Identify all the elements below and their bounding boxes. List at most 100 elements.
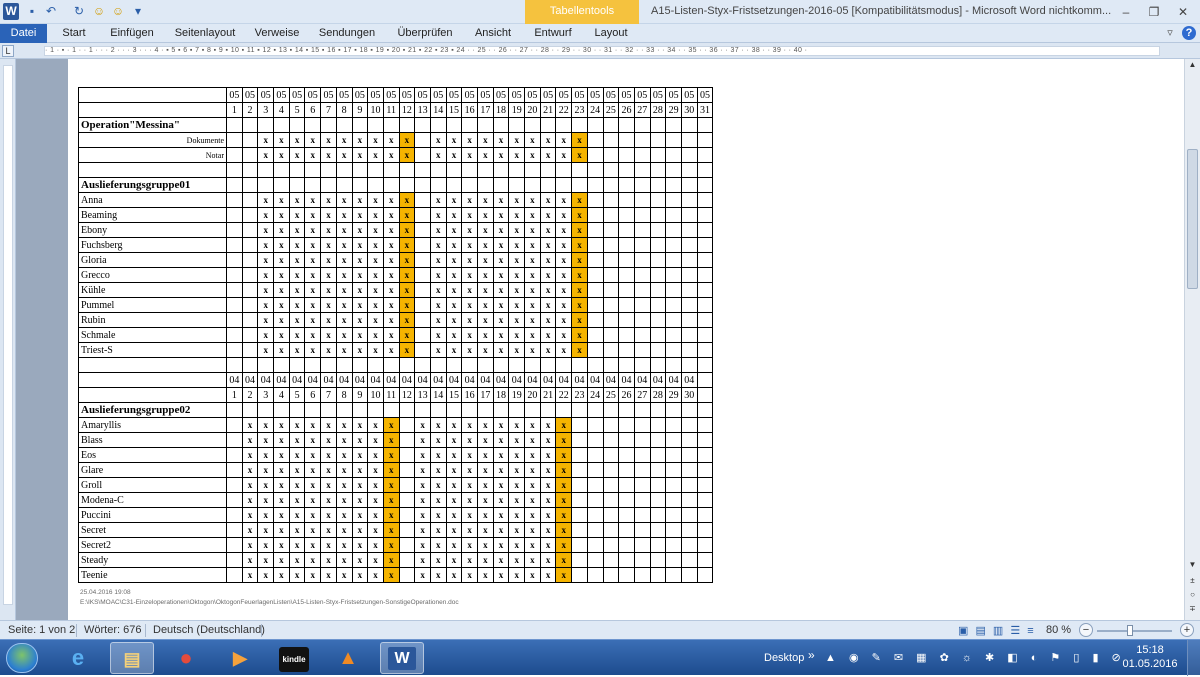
month-cell[interactable]: 05 [477,87,494,103]
mark-cell[interactable]: x [288,252,306,268]
mark-cell[interactable]: x [539,522,557,538]
empty-cell[interactable] [633,192,651,208]
empty-cell[interactable] [602,237,620,253]
mark-cell[interactable]: x [382,237,400,253]
mark-cell[interactable]: x [257,447,275,463]
empty-cell[interactable] [665,357,682,373]
empty-cell[interactable] [696,492,714,508]
empty-cell[interactable] [633,492,651,508]
page-counter[interactable]: Seite: 1 von 2 [8,624,75,636]
mark-cell[interactable]: x [304,522,322,538]
mark-cell[interactable]: x [320,192,337,208]
row-label[interactable]: Notar [78,147,227,163]
mark-cell[interactable]: x [539,432,557,448]
row-label[interactable]: Fuchsberg [78,237,227,253]
mark-cell[interactable]: x [539,537,557,553]
empty-cell[interactable] [335,162,353,178]
mark-cell[interactable]: x [367,477,384,493]
empty-cell[interactable] [398,462,416,478]
empty-cell[interactable] [696,507,714,523]
zoom-out-button[interactable]: − [1079,623,1093,637]
mark-cell[interactable]: x [320,567,337,583]
empty-cell[interactable] [586,162,604,178]
day-cell[interactable]: 26 [618,102,635,118]
mark-cell[interactable]: x [429,417,447,433]
empty-cell[interactable] [477,357,494,373]
empty-cell[interactable] [586,417,604,433]
empty-cell[interactable] [398,177,416,193]
mark-cell[interactable]: x [571,297,588,313]
mark-cell[interactable]: x [382,567,400,583]
empty-cell[interactable] [680,522,698,538]
mark-cell[interactable]: x [273,447,290,463]
mark-cell[interactable]: x [555,297,573,313]
empty-cell[interactable] [633,462,651,478]
empty-cell[interactable] [477,177,494,193]
mark-cell[interactable]: x [273,267,290,283]
empty-cell[interactable] [586,312,604,328]
empty-cell[interactable] [680,402,698,418]
day-cell[interactable]: 18 [492,387,510,403]
mark-cell[interactable]: x [492,462,510,478]
mark-cell[interactable]: x [257,492,275,508]
month-cell[interactable]: 04 [226,372,243,388]
empty-cell[interactable] [586,207,604,223]
empty-cell[interactable] [226,417,243,433]
mark-cell[interactable]: x [492,327,510,343]
mark-cell[interactable]: x [555,507,573,523]
mark-cell[interactable]: x [241,477,259,493]
empty-cell[interactable] [680,222,698,238]
day-cell[interactable]: 15 [445,102,463,118]
empty-cell[interactable] [429,402,447,418]
mark-cell[interactable]: x [429,447,447,463]
empty-cell[interactable] [226,327,243,343]
empty-cell[interactable] [226,297,243,313]
day-cell[interactable]: 28 [649,102,667,118]
empty-cell[interactable] [508,117,526,133]
empty-cell[interactable] [241,222,259,238]
empty-cell[interactable] [665,477,682,493]
mark-cell[interactable]: x [414,477,431,493]
empty-cell[interactable] [257,177,275,193]
day-cell[interactable]: 3 [257,102,275,118]
day-cell[interactable]: 14 [429,387,447,403]
empty-cell[interactable] [586,522,604,538]
mark-cell[interactable]: x [414,567,431,583]
mark-cell[interactable]: x [539,462,557,478]
mark-cell[interactable]: x [492,252,510,268]
mark-cell[interactable]: x [524,432,541,448]
close-button[interactable]: ✕ [1170,3,1196,21]
empty-cell[interactable] [571,357,588,373]
mark-cell[interactable]: x [508,192,526,208]
minimize-button[interactable]: – [1113,3,1139,21]
month-cell[interactable]: 05 [571,87,588,103]
empty-cell[interactable] [304,357,322,373]
mark-cell[interactable]: x [461,237,478,253]
empty-cell[interactable] [524,357,541,373]
mark-cell[interactable]: x [571,132,588,148]
day-cell[interactable]: 28 [649,387,667,403]
row-label[interactable]: Teenie [78,567,227,583]
mark-cell[interactable]: x [273,297,290,313]
mark-cell[interactable]: x [320,537,337,553]
mark-cell[interactable]: x [508,522,526,538]
day-cell[interactable]: 6 [304,102,322,118]
mark-cell[interactable]: x [304,342,322,358]
empty-cell[interactable] [665,252,682,268]
toolbar-chevron-icon[interactable]: » [808,648,815,662]
empty-cell[interactable] [665,162,682,178]
mark-cell[interactable]: x [461,252,478,268]
month-cell[interactable]: 05 [696,87,714,103]
day-cell[interactable]: 6 [304,387,322,403]
empty-cell[interactable] [696,447,714,463]
empty-cell[interactable] [680,162,698,178]
prev-page-icon[interactable]: ± [1186,575,1199,587]
mark-cell[interactable]: x [414,552,431,568]
mark-cell[interactable]: x [257,507,275,523]
mark-cell[interactable]: x [241,552,259,568]
empty-cell[interactable] [602,447,620,463]
mark-cell[interactable]: x [367,207,384,223]
empty-cell[interactable] [273,162,290,178]
mark-cell[interactable]: x [508,462,526,478]
empty-cell[interactable] [586,297,604,313]
